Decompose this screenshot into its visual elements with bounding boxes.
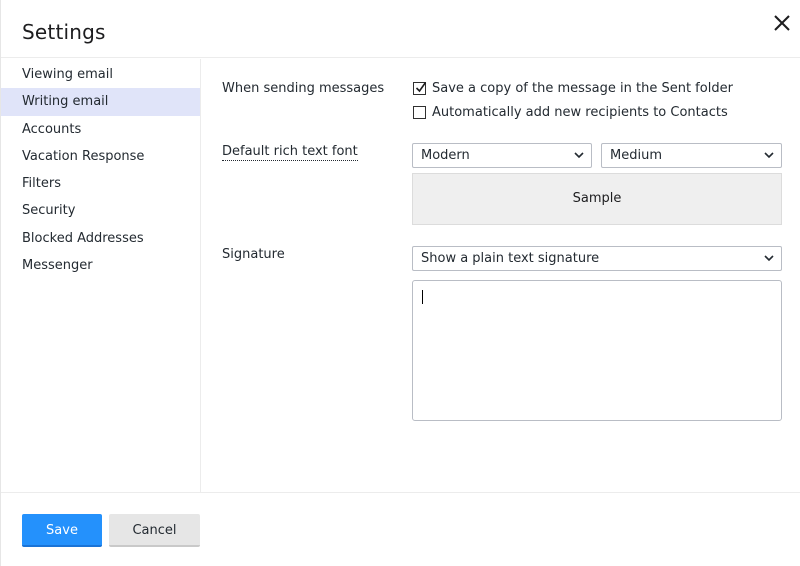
sidebar-item-blocked-addresses[interactable]: Blocked Addresses — [1, 225, 200, 252]
add-contacts-label: Automatically add new recipients to Cont… — [432, 105, 728, 120]
sidebar-item-viewing-email[interactable]: Viewing email — [1, 61, 200, 88]
signature-textarea[interactable] — [412, 280, 782, 421]
sidebar-item-security[interactable]: Security — [1, 197, 200, 224]
checkmark-icon — [415, 82, 427, 93]
sidebar-item-writing-email[interactable]: Writing email — [1, 88, 200, 116]
save-copy-label: Save a copy of the message in the Sent f… — [432, 81, 733, 96]
text-caret — [422, 290, 423, 304]
chevron-down-icon — [764, 152, 774, 159]
sidebar-item-vacation-response[interactable]: Vacation Response — [1, 143, 200, 170]
sidebar-item-messenger[interactable]: Messenger — [1, 252, 200, 279]
sidebar-item-accounts[interactable]: Accounts — [1, 116, 200, 143]
dialog-title: Settings — [22, 20, 106, 44]
close-icon[interactable] — [769, 10, 795, 36]
signature-mode-value: Show a plain text signature — [421, 251, 600, 266]
font-size-select[interactable]: Medium — [601, 143, 782, 168]
settings-sidebar: Viewing email Writing email Accounts Vac… — [1, 59, 201, 492]
font-sample-preview: Sample — [412, 173, 782, 225]
dialog-footer: Save Cancel — [1, 492, 800, 566]
signature-label: Signature — [222, 247, 285, 262]
font-size-value: Medium — [610, 148, 662, 163]
signature-mode-select[interactable]: Show a plain text signature — [412, 246, 782, 271]
save-button[interactable]: Save — [22, 514, 102, 547]
sending-label: When sending messages — [222, 81, 385, 96]
save-copy-option[interactable]: Save a copy of the message in the Sent f… — [413, 81, 733, 96]
chevron-down-icon — [764, 255, 774, 262]
font-family-value: Modern — [421, 148, 470, 163]
cancel-button[interactable]: Cancel — [109, 514, 200, 547]
settings-dialog: Settings Viewing email Writing email Acc… — [0, 0, 800, 566]
dialog-header: Settings — [1, 0, 800, 58]
font-label: Default rich text font — [222, 144, 358, 161]
chevron-down-icon — [574, 152, 584, 159]
add-contacts-checkbox[interactable] — [413, 106, 426, 119]
save-copy-checkbox[interactable] — [413, 82, 427, 95]
add-contacts-option[interactable]: Automatically add new recipients to Cont… — [413, 105, 728, 120]
font-family-select[interactable]: Modern — [412, 143, 592, 168]
settings-content: When sending messages Save a copy of the… — [202, 59, 800, 492]
sidebar-item-filters[interactable]: Filters — [1, 170, 200, 197]
